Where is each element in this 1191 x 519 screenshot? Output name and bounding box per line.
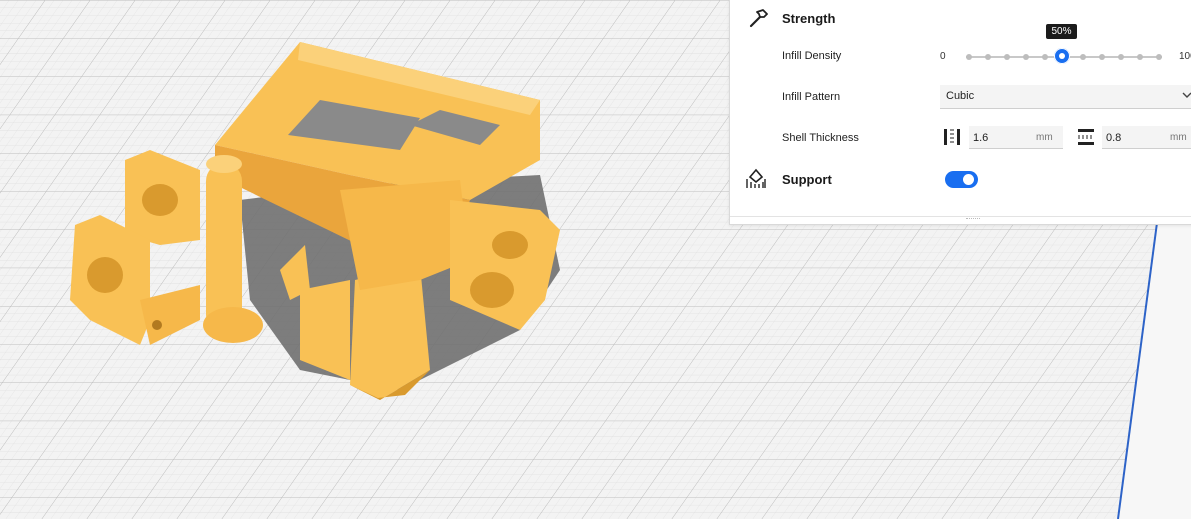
top-bottom-thickness-unit: mm <box>1170 132 1187 143</box>
shell-thickness-label: Shell Thickness <box>782 132 859 144</box>
toggle-knob <box>963 174 974 185</box>
infill-slider-min: 0 <box>940 51 946 62</box>
support-toggle[interactable] <box>945 171 978 188</box>
infill-density-label: Infill Density <box>782 50 842 62</box>
slider-tick <box>1042 54 1048 60</box>
slider-tick <box>966 54 972 60</box>
top-bottom-thickness-icon <box>1075 126 1097 148</box>
wall-thickness-value: 1.6 <box>973 132 989 144</box>
slider-tick <box>1118 54 1124 60</box>
slider-tick <box>1004 54 1010 60</box>
slider-tick <box>1137 54 1143 60</box>
top-bottom-thickness-input[interactable]: 0.8 mm <box>1102 126 1191 149</box>
wall-thickness-icon <box>941 126 963 148</box>
wall-thickness-unit: mm <box>1036 132 1053 143</box>
infill-pattern-value: Cubic <box>946 90 975 102</box>
slider-tick <box>1080 54 1086 60</box>
panel-resize-handle[interactable] <box>966 218 980 221</box>
infill-density-slider-handle[interactable] <box>1054 48 1070 64</box>
panel-divider <box>730 216 1191 217</box>
support-title: Support <box>782 172 832 187</box>
chevron-down-icon <box>1180 88 1191 105</box>
hammer-icon <box>746 6 770 30</box>
infill-density-tooltip: 50% <box>1046 24 1077 39</box>
slider-tick <box>1023 54 1029 60</box>
infill-pattern-label: Infill Pattern <box>782 91 841 103</box>
wall-thickness-input[interactable]: 1.6 mm <box>969 126 1063 149</box>
slider-tick <box>985 54 991 60</box>
top-bottom-thickness-value: 0.8 <box>1106 132 1122 144</box>
infill-pattern-dropdown[interactable]: Cubic <box>940 85 1191 109</box>
support-icon <box>744 167 768 191</box>
infill-slider-max: 100 <box>1179 51 1191 62</box>
slider-tick <box>1156 54 1162 60</box>
slider-tick <box>1099 54 1105 60</box>
strength-title: Strength <box>782 11 836 26</box>
print-settings-panel: Strength Infill Density 0 50% 100 Infill… <box>729 0 1191 225</box>
